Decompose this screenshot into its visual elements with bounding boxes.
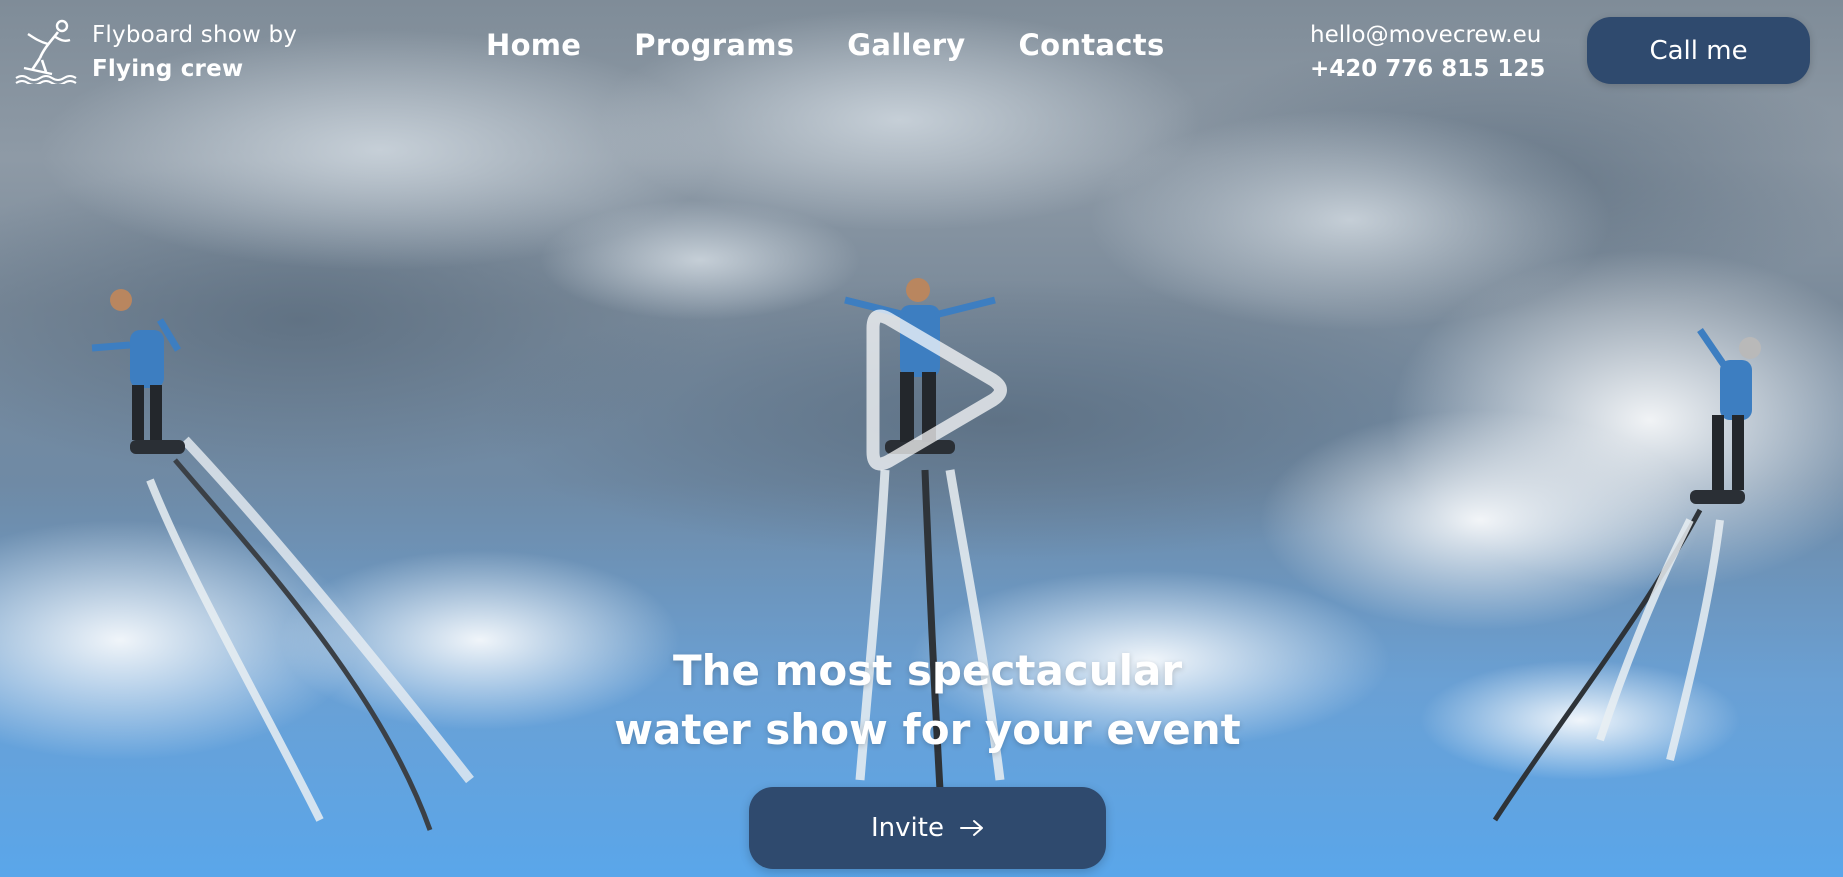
headline-line1: The most spectacular <box>672 646 1183 695</box>
nav-contacts[interactable]: Contacts <box>1019 28 1165 62</box>
brand-line2: Flying crew <box>92 56 244 82</box>
brand-logo[interactable]: Flyboard show by Flying crew <box>14 18 297 86</box>
brand-line1: Flyboard show by <box>92 22 298 48</box>
play-icon[interactable] <box>843 300 1013 480</box>
hero-headline: The most spectacular water show for your… <box>560 641 1295 759</box>
nav-programs[interactable]: Programs <box>634 28 794 62</box>
invite-label: Invite <box>871 813 944 843</box>
call-me-button[interactable]: Call me <box>1587 17 1810 84</box>
invite-button[interactable]: Invite <box>749 787 1106 869</box>
hero-section: Flyboard show by Flying crew Home Progra… <box>0 0 1843 877</box>
contact-info: hello@movecrew.eu +420 776 815 125 <box>1310 18 1545 86</box>
nav-home[interactable]: Home <box>486 28 581 62</box>
flyboard-rider-icon <box>15 19 77 84</box>
contact-phone[interactable]: +420 776 815 125 <box>1310 52 1545 86</box>
main-nav: Home Programs Gallery Contacts <box>486 28 1165 62</box>
contact-email[interactable]: hello@movecrew.eu <box>1310 18 1545 52</box>
nav-gallery[interactable]: Gallery <box>847 28 965 62</box>
headline-line2: water show for your event <box>614 705 1241 754</box>
brand-name: Flyboard show by Flying crew <box>92 18 297 86</box>
arrow-right-icon <box>959 820 983 836</box>
